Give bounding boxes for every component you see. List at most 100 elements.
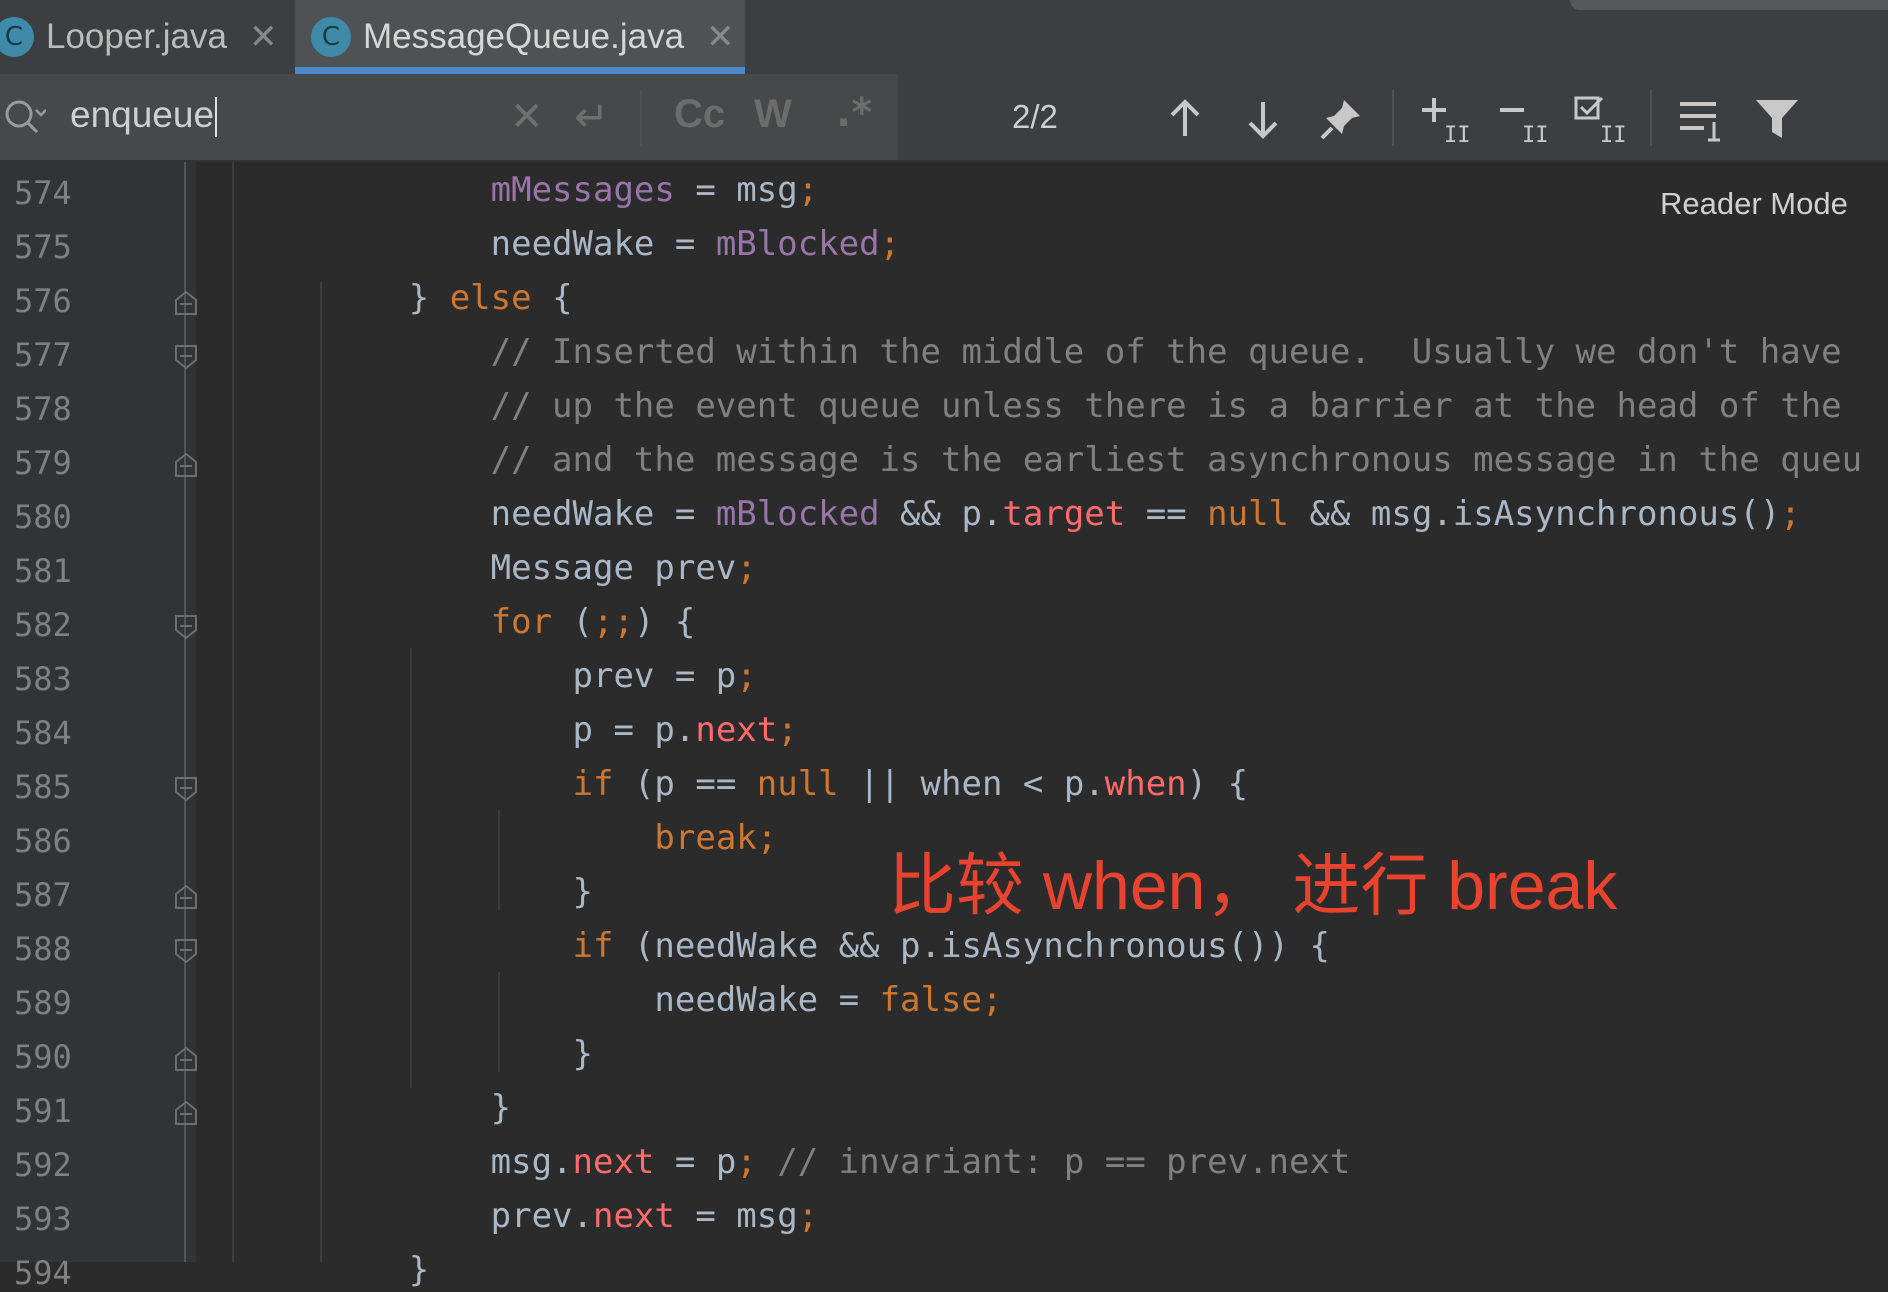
code-token: ; [797, 1196, 819, 1236]
line-number: 592 [14, 1146, 72, 1184]
line-number: 585 [14, 768, 72, 806]
code-line[interactable]: break; [245, 818, 777, 858]
svg-text:II: II [1600, 123, 1626, 146]
fold-end-icon[interactable] [174, 452, 198, 478]
code-token: prev. [245, 1196, 593, 1236]
code-line[interactable]: // and the message is the earliest async… [245, 440, 1862, 480]
code-line[interactable]: if (p == null || when < p.when) { [245, 764, 1249, 804]
line-number: 575 [14, 228, 72, 266]
code-token: mMessages [490, 170, 675, 210]
code-token: } [245, 1250, 430, 1290]
code-line[interactable]: needWake = mBlocked && p.target == null … [245, 494, 1801, 534]
regex-toggle[interactable]: .* [836, 90, 872, 136]
line-number: 578 [14, 390, 72, 428]
fold-end-icon[interactable] [174, 884, 198, 910]
fold-start-icon[interactable] [174, 614, 198, 640]
code-token: ; [879, 224, 901, 264]
code-line[interactable]: needWake = false; [245, 980, 1002, 1020]
code-token: ; [736, 656, 757, 696]
code-line[interactable]: p = p.next; [245, 710, 798, 750]
code-line[interactable]: mMessages = msg; [245, 170, 819, 210]
fold-end-icon[interactable] [174, 290, 198, 316]
code-line[interactable]: } else { [245, 278, 573, 318]
code-token: p = p. [245, 710, 696, 750]
search-input[interactable]: enqueue ✕ ↵ Cc W .* [0, 74, 898, 160]
code-line[interactable]: } [245, 872, 593, 912]
code-line[interactable]: // up the event queue unless there is a … [245, 386, 1842, 426]
filter-search-results-icon[interactable] [1674, 92, 1728, 146]
code-token: && p. [879, 494, 1003, 534]
code-line[interactable]: prev.next = msg; [245, 1196, 819, 1236]
add-occurrence-icon[interactable]: II [1416, 92, 1470, 146]
tab-messagequeue-java[interactable]: C MessageQueue.java ✕ [295, 0, 745, 74]
code-line[interactable]: msg.next = p; // invariant: p == prev.ne… [245, 1142, 1351, 1182]
select-all-occurrences-icon[interactable]: II [1572, 92, 1626, 146]
indent-guide [232, 162, 234, 1262]
code-token: if [572, 926, 614, 966]
code-token: mBlocked [715, 224, 880, 264]
code-token: for [490, 602, 553, 642]
code-line[interactable]: needWake = mBlocked; [245, 224, 900, 264]
code-token: ;; [593, 602, 634, 642]
code-editor[interactable]: 574 mMessages = msg; 575 needWake = mBloc… [0, 162, 1888, 1292]
code-token: // Inserted within the middle of the que… [245, 332, 1842, 372]
search-query: enqueue [70, 94, 218, 138]
code-token: // invariant: p == prev.next [756, 1142, 1351, 1182]
remove-occurrence-icon[interactable]: II [1494, 92, 1548, 146]
code-line[interactable]: } [245, 1250, 429, 1290]
text-caret [215, 97, 218, 138]
pin-icon[interactable] [1314, 92, 1368, 146]
gutter-divider [184, 162, 186, 1262]
match-case-toggle[interactable]: Cc [674, 92, 725, 137]
code-token: prev = p [245, 656, 737, 696]
code-token: when [1104, 764, 1187, 804]
clear-search-icon[interactable]: ✕ [510, 94, 544, 140]
code-line[interactable]: // Inserted within the middle of the que… [245, 332, 1842, 372]
fold-start-icon[interactable] [174, 776, 198, 802]
previous-occurrence-icon[interactable] [1158, 92, 1212, 146]
code-token: ; [736, 548, 757, 588]
line-number: 577 [14, 336, 72, 374]
code-line[interactable]: } [245, 1088, 511, 1128]
code-line[interactable]: for (;;) { [245, 602, 696, 642]
code-token: } [245, 1034, 593, 1074]
fold-end-icon[interactable] [174, 1100, 198, 1126]
code-line[interactable]: prev = p; [245, 656, 757, 696]
reader-mode-button[interactable]: Reader Mode [1660, 186, 1848, 222]
close-icon[interactable]: ✕ [249, 17, 278, 57]
code-token: false; [879, 980, 1003, 1020]
line-number: 593 [14, 1200, 72, 1238]
words-toggle[interactable]: W [754, 92, 792, 137]
code-token: if [572, 764, 614, 804]
code-token: null [756, 764, 839, 804]
code-token: mBlocked [715, 494, 880, 534]
code-line[interactable]: if (needWake && p.isAsynchronous()) { [245, 926, 1330, 966]
next-occurrence-icon[interactable] [1236, 92, 1290, 146]
line-number: 581 [14, 552, 72, 590]
code-token: } [245, 278, 450, 318]
code-line[interactable]: } [245, 1034, 593, 1074]
fold-start-icon[interactable] [174, 344, 198, 370]
tab-looper-java[interactable]: C Looper.java ✕ [0, 0, 294, 74]
close-icon[interactable]: ✕ [706, 17, 735, 57]
fold-start-icon[interactable] [174, 938, 198, 964]
svg-text:II: II [1444, 123, 1470, 146]
java-class-icon: C [311, 17, 351, 57]
fold-end-icon[interactable] [174, 1046, 198, 1072]
code-token: msg. [245, 1142, 573, 1182]
line-number: 587 [14, 876, 72, 914]
filter-icon[interactable] [1750, 92, 1804, 146]
new-line-icon[interactable]: ↵ [574, 92, 609, 141]
code-token: (needWake && p.isAsynchronous()) { [613, 926, 1330, 966]
code-line[interactable]: Message prev; [245, 548, 757, 588]
search-icon[interactable] [2, 96, 46, 140]
divider [640, 90, 642, 146]
code-token: ( [552, 602, 594, 642]
line-number: 579 [14, 444, 72, 482]
code-token: break; [654, 818, 778, 858]
